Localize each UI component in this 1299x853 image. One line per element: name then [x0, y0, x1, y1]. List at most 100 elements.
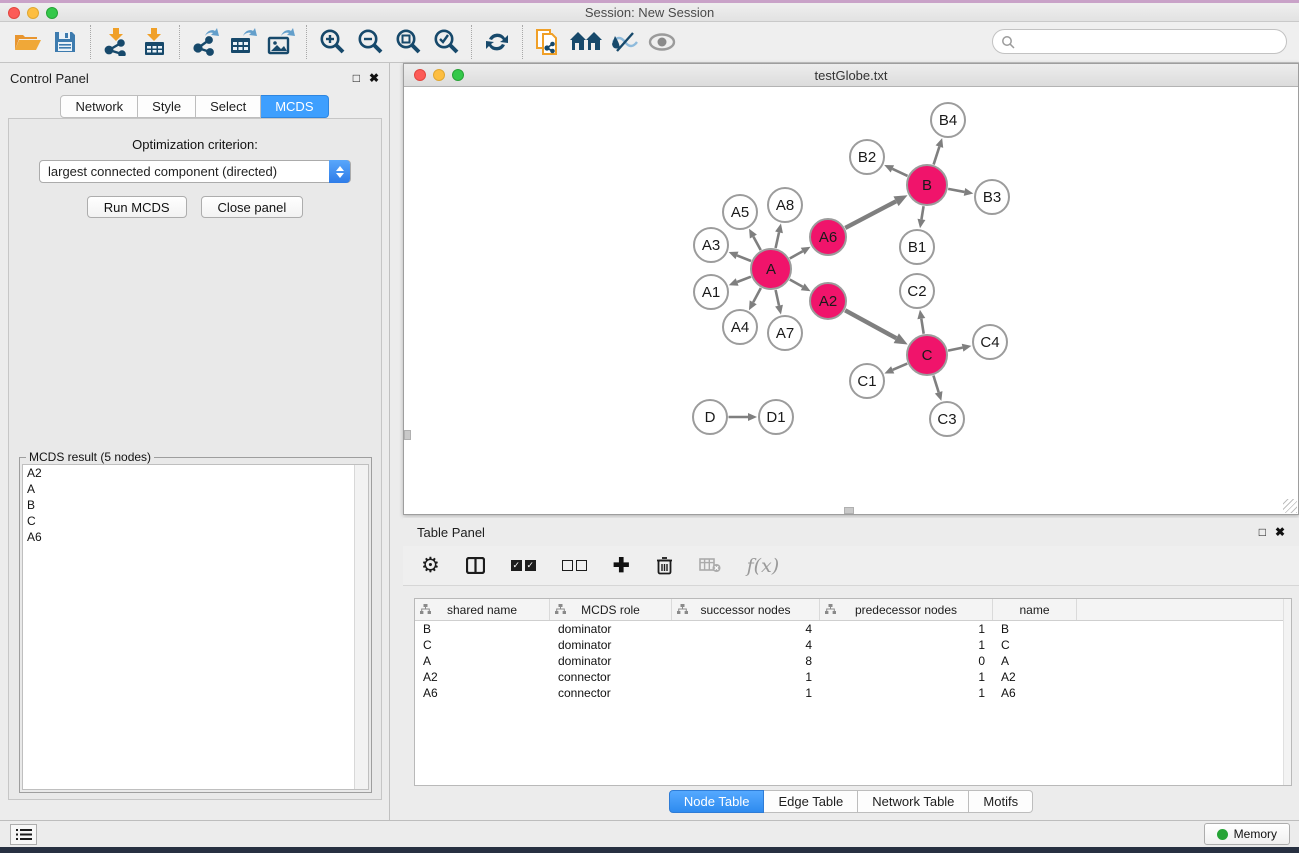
graph-edge-A-A2[interactable] — [790, 280, 803, 287]
tab-edge-table[interactable]: Edge Table — [764, 790, 858, 813]
graph-edge-C-C1[interactable] — [893, 364, 908, 370]
import-network-icon — [103, 28, 129, 56]
tab-motifs[interactable]: Motifs — [969, 790, 1033, 813]
column-visibility-button[interactable] — [466, 557, 485, 574]
list-item[interactable]: A2 — [23, 465, 368, 481]
network-graph[interactable]: B4B2BB3A8A5A6A3B1AA1C2A2A4A7C4CC1C3DD1 — [404, 87, 1298, 514]
import-network-button[interactable] — [97, 25, 135, 59]
network-window-titlebar[interactable]: testGlobe.txt — [404, 64, 1298, 87]
table-row[interactable]: A2 connector 1 1 A2 — [415, 669, 1291, 685]
open-file-button[interactable] — [8, 25, 46, 59]
network-minimize-button[interactable] — [433, 69, 445, 81]
graph-edge-A-A8[interactable] — [776, 232, 779, 248]
list-item[interactable]: B — [23, 497, 368, 513]
hide-glasses-button[interactable] — [605, 25, 643, 59]
search-icon — [1001, 35, 1015, 49]
close-table-panel-icon[interactable]: ✖ — [1275, 526, 1285, 538]
tab-mcds[interactable]: MCDS — [261, 95, 328, 118]
column-header-predecessor-nodes[interactable]: predecessor nodes — [820, 599, 993, 620]
graph-edge-A2-C[interactable] — [845, 310, 896, 338]
table-row[interactable]: A dominator 8 0 A — [415, 653, 1291, 669]
canvas-vertical-scroll-thumb[interactable] — [404, 430, 411, 440]
run-mcds-button[interactable]: Run MCDS — [87, 196, 187, 218]
delete-column-button[interactable] — [656, 556, 673, 575]
result-list-scrollbar[interactable] — [354, 465, 368, 789]
delete-table-button[interactable] — [699, 558, 721, 573]
close-window-button[interactable] — [8, 7, 20, 19]
refresh-button[interactable] — [478, 25, 516, 59]
export-network-button[interactable] — [186, 25, 224, 59]
duplicate-network-button[interactable] — [529, 25, 567, 59]
close-panel-button[interactable]: Close panel — [201, 196, 304, 218]
graph-edge-C-C4[interactable] — [948, 348, 963, 351]
network-maximize-button[interactable] — [452, 69, 464, 81]
import-table-button[interactable] — [135, 25, 173, 59]
criterion-select[interactable]: largest connected component (directed) — [39, 160, 351, 183]
tab-style[interactable]: Style — [138, 95, 196, 118]
graph-node-label-C: C — [922, 347, 933, 364]
canvas-horizontal-scroll-thumb[interactable] — [844, 507, 854, 514]
column-header-mcds-role[interactable]: MCDS role — [550, 599, 672, 620]
tab-select[interactable]: Select — [196, 95, 261, 118]
graph-edge-B-B4[interactable] — [934, 147, 940, 165]
maximize-window-button[interactable] — [46, 7, 58, 19]
graph-edge-A-A1[interactable] — [737, 277, 751, 282]
column-header-successor-nodes[interactable]: successor nodes — [672, 599, 820, 620]
window-resize-grip[interactable] — [1283, 499, 1297, 513]
graph-edge-B-B3[interactable] — [948, 189, 964, 192]
list-item[interactable]: C — [23, 513, 368, 529]
zoom-selected-button[interactable] — [427, 25, 465, 59]
home-button[interactable] — [567, 25, 605, 59]
table-row[interactable]: C dominator 4 1 C — [415, 637, 1291, 653]
column-header-shared-name[interactable]: shared name — [415, 599, 550, 620]
graph-edge-C-C3[interactable] — [933, 376, 938, 393]
graph-edge-A-A4[interactable] — [753, 288, 761, 302]
table-row[interactable]: B dominator 4 1 B — [415, 621, 1291, 637]
export-image-button[interactable] — [262, 25, 300, 59]
column-header-filler — [1077, 599, 1291, 620]
network-canvas[interactable]: B4B2BB3A8A5A6A3B1AA1C2A2A4A7C4CC1C3DD1 — [404, 87, 1298, 514]
network-close-button[interactable] — [414, 69, 426, 81]
task-history-button[interactable] — [10, 824, 37, 845]
float-table-panel-icon[interactable]: □ — [1259, 526, 1266, 538]
mcds-result-group: MCDS result (5 nodes) A2 A B C A6 — [19, 457, 372, 793]
minimize-window-button[interactable] — [27, 7, 39, 19]
export-table-button[interactable] — [224, 25, 262, 59]
graph-edge-A-A7[interactable] — [776, 290, 779, 306]
save-session-button[interactable] — [46, 25, 84, 59]
graph-edge-arrow — [936, 138, 944, 148]
table-row[interactable]: A6 connector 1 1 A6 — [415, 685, 1291, 701]
column-header-name[interactable]: name — [993, 599, 1077, 620]
list-item[interactable]: A — [23, 481, 368, 497]
float-panel-icon[interactable]: □ — [353, 72, 360, 84]
graph-edge-B-B2[interactable] — [892, 169, 907, 176]
node-table[interactable]: shared name MCDS role successor nodes pr… — [414, 598, 1292, 786]
list-item[interactable]: A6 — [23, 529, 368, 545]
memory-button[interactable]: Memory — [1204, 823, 1290, 845]
show-eye-button[interactable] — [643, 25, 681, 59]
graph-edge-A-A5[interactable] — [753, 237, 760, 251]
save-icon — [53, 30, 77, 54]
tab-node-table[interactable]: Node Table — [669, 790, 765, 813]
graph-edge-A-A6[interactable] — [790, 251, 803, 258]
zoom-out-button[interactable] — [351, 25, 389, 59]
select-all-button[interactable]: ✓✓ — [511, 560, 536, 571]
search-input[interactable] — [1015, 35, 1286, 49]
function-builder-button[interactable]: f(x) — [747, 555, 780, 577]
zoom-in-button[interactable] — [313, 25, 351, 59]
zoom-fit-button[interactable] — [389, 25, 427, 59]
mcds-result-list[interactable]: A2 A B C A6 — [22, 464, 369, 790]
table-scrollbar[interactable] — [1283, 599, 1291, 785]
toolbar-separator — [471, 25, 472, 59]
deselect-all-button[interactable] — [562, 560, 587, 571]
graph-edge-B-B1[interactable] — [921, 206, 923, 219]
graph-edge-A6-B[interactable] — [845, 201, 896, 228]
close-panel-icon[interactable]: ✖ — [369, 72, 379, 84]
graph-edge-A-A3[interactable] — [737, 255, 751, 261]
graph-edge-C-C2[interactable] — [921, 319, 923, 334]
table-settings-button[interactable]: ⚙ — [421, 555, 440, 576]
search-box[interactable] — [992, 29, 1287, 54]
tab-network[interactable]: Network — [60, 95, 138, 118]
add-column-button[interactable]: ✚ — [613, 556, 630, 576]
tab-network-table[interactable]: Network Table — [858, 790, 969, 813]
